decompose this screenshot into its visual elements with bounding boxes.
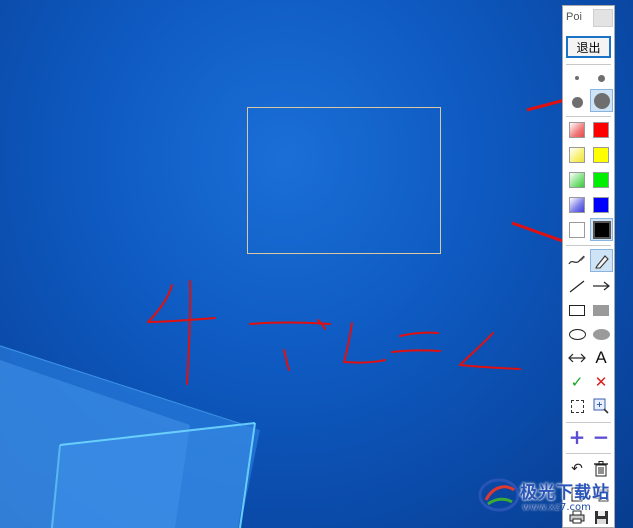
double-arrow-icon[interactable] xyxy=(566,347,588,369)
color-swatch-black[interactable] xyxy=(590,218,613,241)
divider xyxy=(566,116,611,117)
brush-size-large[interactable] xyxy=(566,91,588,113)
divider xyxy=(566,453,611,454)
color-swatch-light-green[interactable] xyxy=(566,169,588,191)
watermark-logo-icon xyxy=(478,478,520,512)
color-swatch-white[interactable] xyxy=(566,219,588,241)
divider xyxy=(566,422,611,423)
rectangle-icon[interactable] xyxy=(566,299,588,321)
desktop-background xyxy=(0,0,633,528)
color-swatch-light-blue[interactable] xyxy=(566,194,588,216)
pen-icon[interactable] xyxy=(566,250,588,272)
brush-size-xlarge[interactable] xyxy=(590,89,613,112)
color-swatch-light-red[interactable] xyxy=(566,119,588,141)
line-icon[interactable] xyxy=(566,275,588,297)
filled-rectangle-icon[interactable] xyxy=(590,299,612,321)
color-swatch-light-yellow[interactable] xyxy=(566,144,588,166)
brush-size-small[interactable] xyxy=(566,67,588,89)
color-swatch-green[interactable] xyxy=(590,169,612,191)
text-tool-button[interactable]: A xyxy=(590,347,612,369)
selection-icon[interactable] xyxy=(566,395,588,417)
ellipse-icon[interactable] xyxy=(566,323,588,345)
divider xyxy=(566,245,611,246)
brush-size-medium[interactable] xyxy=(590,67,612,89)
highlighter-icon[interactable] xyxy=(590,249,613,272)
minus-icon[interactable]: − xyxy=(590,426,612,448)
site-watermark: 极光下载站 www.xz7.com xyxy=(478,470,633,520)
color-swatch-yellow[interactable] xyxy=(590,144,612,166)
plus-icon[interactable]: + xyxy=(566,426,588,448)
zoom-icon[interactable] xyxy=(590,395,612,417)
title-close-box[interactable] xyxy=(593,9,613,27)
pointofix-toolbar: Poi 退出 A ✓ ✕ + − ↶ xyxy=(562,5,615,528)
watermark-text: 极光下载站 xyxy=(520,483,610,503)
divider xyxy=(566,64,611,65)
color-swatch-red[interactable] xyxy=(590,119,612,141)
handwritten-annotation xyxy=(147,280,521,385)
filled-ellipse-icon[interactable] xyxy=(590,323,612,345)
watermark-url: www.xz7.com xyxy=(522,502,591,513)
color-swatch-blue[interactable] xyxy=(590,194,612,216)
text-tool-label: A xyxy=(595,348,607,367)
x-icon[interactable]: ✕ xyxy=(590,371,612,393)
check-icon[interactable]: ✓ xyxy=(566,371,588,393)
exit-button[interactable]: 退出 xyxy=(566,36,611,58)
arrow-icon[interactable] xyxy=(590,275,612,297)
